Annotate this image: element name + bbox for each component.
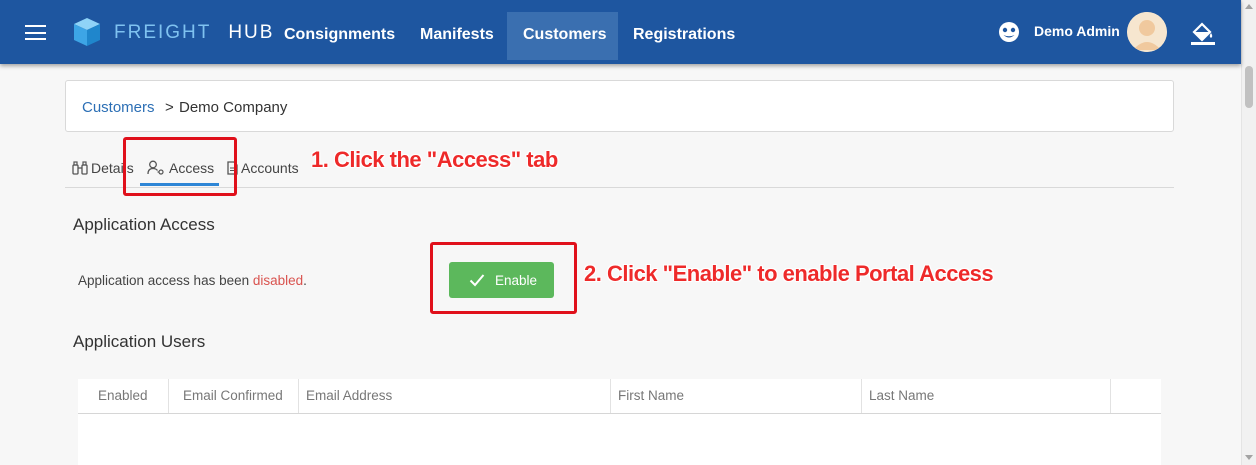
breadcrumb-current: Demo Company: [179, 99, 288, 116]
nav-customers[interactable]: Customers: [507, 12, 618, 60]
column-email-confirmed[interactable]: Email Confirmed: [169, 379, 299, 413]
access-status-prefix: Application access has been: [78, 273, 253, 288]
vertical-scrollbar[interactable]: [1241, 0, 1256, 465]
top-navbar: FREIGHT HUB Consignments Manifests Custo…: [0, 0, 1241, 64]
column-last-name[interactable]: Last Name: [862, 379, 1111, 413]
breadcrumb-customers-link[interactable]: Customers: [82, 99, 155, 116]
tab-accounts-label: Accounts: [241, 160, 299, 176]
paint-bucket-icon[interactable]: [1190, 20, 1216, 46]
column-email-address[interactable]: Email Address: [299, 379, 611, 413]
tab-accounts[interactable]: Accounts: [227, 160, 299, 176]
access-status-text: Application access has been disabled.: [78, 273, 307, 288]
annotation-box-access-tab: [123, 137, 237, 196]
scroll-up-arrow-icon[interactable]: [1245, 4, 1253, 9]
column-actions: [1111, 379, 1161, 413]
access-status-suffix: .: [303, 273, 307, 288]
nav-consignments[interactable]: Consignments: [268, 12, 411, 60]
access-status-value: disabled: [252, 273, 304, 288]
user-circle-icon[interactable]: [998, 21, 1020, 43]
users-table-header: Enabled Email Confirmed Email Address Fi…: [78, 379, 1161, 414]
breadcrumb-separator: >: [165, 99, 174, 116]
nav-manifests[interactable]: Manifests: [404, 12, 510, 60]
users-table: Enabled Email Confirmed Email Address Fi…: [78, 379, 1161, 465]
logo-text[interactable]: FREIGHT HUB: [114, 22, 274, 44]
nav-registrations[interactable]: Registrations: [617, 12, 751, 60]
annotation-box-enable-button: [430, 242, 577, 314]
scrollbar-thumb[interactable]: [1245, 66, 1253, 108]
application-access-title: Application Access: [73, 215, 215, 234]
logo-cube-icon: [74, 18, 100, 46]
scroll-down-arrow-icon[interactable]: [1245, 455, 1253, 460]
annotation-step2: 2. Click "Enable" to enable Portal Acces…: [584, 261, 994, 286]
user-name[interactable]: Demo Admin: [1034, 23, 1120, 39]
avatar-person-icon: [1127, 12, 1167, 52]
breadcrumb: Customers > Demo Company: [65, 80, 1174, 132]
annotation-step1: 1. Click the "Access" tab: [311, 147, 558, 172]
application-users-title: Application Users: [73, 332, 206, 351]
column-enabled[interactable]: Enabled: [78, 379, 169, 413]
binoculars-icon: [72, 161, 88, 175]
column-first-name[interactable]: First Name: [611, 379, 862, 413]
avatar[interactable]: [1127, 12, 1167, 52]
logo-word-freight: FREIGHT: [114, 22, 212, 43]
menu-icon[interactable]: [25, 25, 46, 40]
